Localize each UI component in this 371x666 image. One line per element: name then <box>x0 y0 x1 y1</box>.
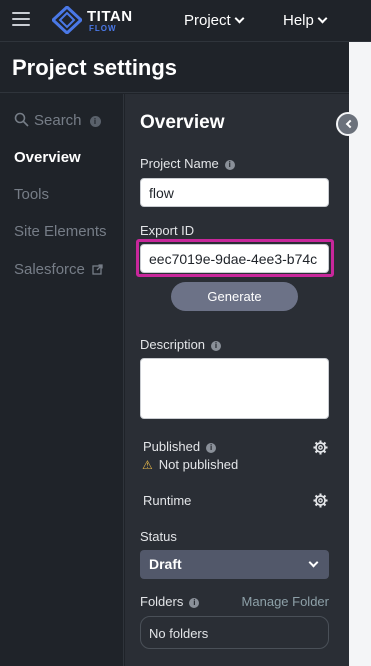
collapse-panel-button[interactable] <box>336 112 360 136</box>
chevron-left-icon <box>345 119 355 129</box>
folders-label-text: Folders <box>140 594 184 609</box>
folders-label: Folders i <box>140 594 200 609</box>
status-select-value: Draft <box>149 556 182 572</box>
chevron-down-icon <box>317 13 328 24</box>
info-icon[interactable]: i <box>89 115 101 127</box>
titan-logo-icon <box>52 6 82 34</box>
info-icon[interactable]: i <box>224 159 235 170</box>
published-label: Published i <box>143 439 217 454</box>
nav-help-label: Help <box>283 12 314 29</box>
nav-project-menu[interactable]: Project <box>184 12 245 29</box>
hamburger-menu-icon[interactable] <box>12 12 30 28</box>
page-title: Project settings <box>12 55 178 80</box>
settings-sidebar: Search i Overview Tools Site Elements Sal… <box>0 94 124 666</box>
external-link-icon <box>92 264 103 275</box>
project-name-input[interactable]: flow <box>140 178 329 207</box>
logo-subtext: FLOW <box>89 24 117 33</box>
sidebar-item-salesforce[interactable]: Salesforce <box>14 261 103 278</box>
folders-box: No folders <box>140 616 329 649</box>
info-icon[interactable]: i <box>206 442 217 453</box>
project-name-label-text: Project Name <box>140 156 219 171</box>
runtime-label: Runtime <box>143 493 192 508</box>
status-select[interactable]: Draft <box>140 550 329 579</box>
manage-folder-link[interactable]: Manage Folder <box>242 594 329 609</box>
overview-panel: Overview Project Name i flow Export ID ee… <box>125 94 349 666</box>
project-name-label: Project Name i <box>140 156 235 171</box>
nav-help-menu[interactable]: Help <box>283 12 328 29</box>
sidebar-item-tools[interactable]: Tools <box>14 186 49 203</box>
description-label-text: Description <box>140 337 206 352</box>
generate-button[interactable]: Generate <box>171 282 298 311</box>
sidebar-item-site-elements[interactable]: Site Elements <box>14 223 107 240</box>
publish-status-text: Not published <box>158 457 239 472</box>
description-label: Description i <box>140 337 222 352</box>
settings-header: Project settings <box>0 43 349 93</box>
section-heading: Overview <box>140 112 225 133</box>
logo-text: TITAN <box>87 8 133 25</box>
sidebar-item-label: Overview <box>14 149 81 166</box>
sidebar-item-search[interactable]: Search i <box>14 112 101 129</box>
sidebar-item-label: Site Elements <box>14 223 107 240</box>
status-label: Status <box>140 529 177 544</box>
chevron-down-icon <box>308 557 319 568</box>
top-bar: TITAN FLOW Project Help <box>0 0 371 42</box>
export-id-label: Export ID <box>140 223 195 238</box>
search-icon <box>14 112 29 127</box>
sidebar-item-label: Search <box>34 112 82 129</box>
export-id-input[interactable]: eec7019e-9dae-4ee3-b74c <box>140 244 329 273</box>
nav-project-label: Project <box>184 12 231 29</box>
info-icon[interactable]: i <box>211 340 222 351</box>
sidebar-item-overview[interactable]: Overview <box>14 149 81 166</box>
info-icon[interactable]: i <box>189 597 200 608</box>
canvas-edge <box>349 42 371 666</box>
publish-status: ⚠ Not published <box>142 457 238 472</box>
chevron-down-icon <box>234 13 245 24</box>
published-label-text: Published <box>143 439 201 454</box>
warning-icon: ⚠ <box>142 458 153 472</box>
runtime-gear-icon[interactable] <box>313 493 328 508</box>
sidebar-item-label: Salesforce <box>14 261 85 278</box>
sidebar-item-label: Tools <box>14 186 50 203</box>
published-gear-icon[interactable] <box>313 440 328 455</box>
description-textarea[interactable] <box>140 358 329 419</box>
